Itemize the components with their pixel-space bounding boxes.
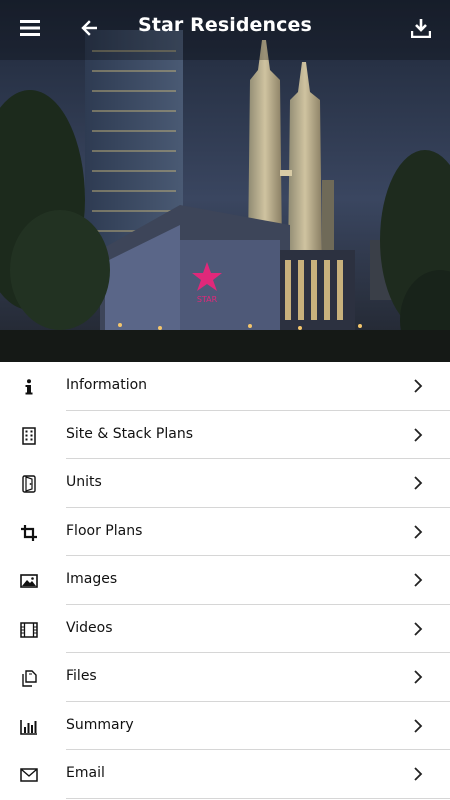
menu-item-floor-plans[interactable]: Floor Plans: [0, 508, 450, 556]
film-icon: [18, 619, 40, 641]
menu-item-label: Summary: [66, 716, 134, 733]
chevron-right-icon: [414, 621, 423, 636]
menu-item-label: Information: [66, 377, 148, 393]
chevron-right-icon: [414, 718, 423, 733]
menu-item-label: Videos: [66, 619, 113, 636]
menu-item-files[interactable]: Files: [0, 653, 450, 702]
crop-icon: [18, 522, 40, 544]
chevron-right-icon: [414, 379, 423, 393]
menu-item-label: Floor Plans: [66, 522, 143, 539]
menu-item-units[interactable]: Units: [0, 459, 450, 508]
menu-item-summary[interactable]: Summary: [0, 702, 450, 750]
chevron-right-icon: [414, 524, 423, 539]
menu-list: Information Site & Stack Plans Units Flo…: [0, 362, 450, 799]
divider: [66, 797, 450, 799]
menu-item-site-stack-plans[interactable]: Site & Stack Plans: [0, 411, 450, 459]
chevron-right-icon: [414, 427, 423, 442]
chevron-right-icon: [414, 573, 423, 587]
chevron-right-icon: [414, 476, 423, 490]
app-bar: Star Residences: [0, 0, 450, 56]
image-icon: [18, 570, 40, 592]
building-icon: [18, 425, 40, 447]
download-icon[interactable]: [405, 12, 437, 44]
menu-item-label: Images: [66, 571, 118, 587]
bar-chart-icon: [18, 716, 40, 738]
menu-item-information[interactable]: Information: [0, 362, 450, 411]
info-icon: [18, 376, 40, 398]
mail-icon: [18, 764, 40, 786]
menu-item-label: Site & Stack Plans: [66, 425, 193, 442]
menu-item-email[interactable]: Email: [0, 750, 450, 799]
door-icon: [18, 473, 40, 495]
page-title: Star Residences: [138, 14, 312, 36]
menu-item-label: Units: [66, 474, 102, 490]
chevron-right-icon: [414, 670, 423, 684]
menu-item-label: Email: [66, 765, 105, 781]
hero-sign-text: STAR: [197, 295, 218, 304]
menu-item-images[interactable]: Images: [0, 556, 450, 605]
files-icon: [18, 667, 40, 689]
menu-item-videos[interactable]: Videos: [0, 605, 450, 653]
menu-item-label: Files: [66, 668, 97, 684]
chevron-right-icon: [414, 767, 423, 781]
